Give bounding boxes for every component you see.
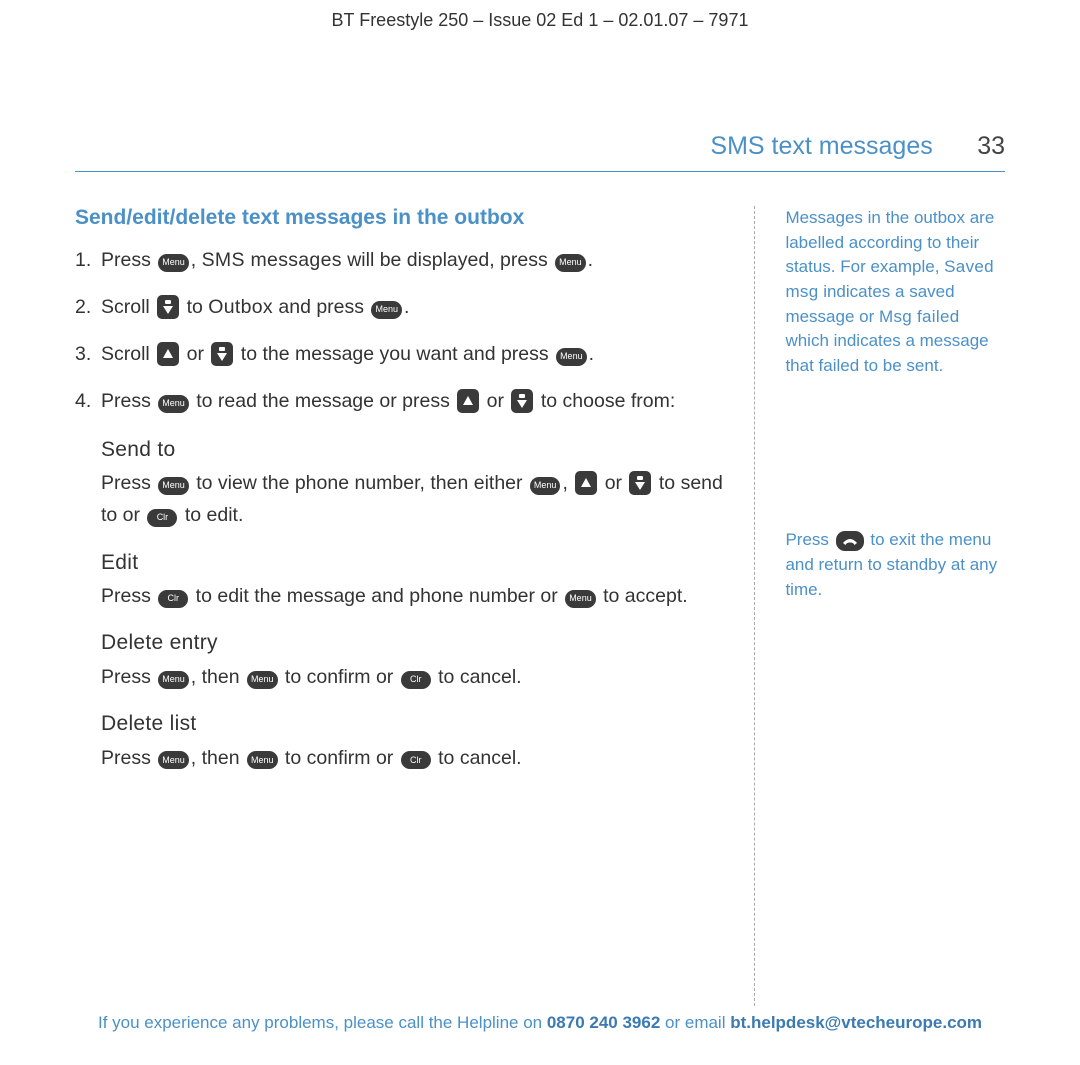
side-note-exit: Press to exit the menu and return to sta… bbox=[785, 528, 1005, 602]
option-delete-list: Delete list Press Menu, then Menu to con… bbox=[101, 707, 724, 774]
text: If you experience any problems, please c… bbox=[98, 1013, 547, 1032]
text: to read the message or press bbox=[191, 390, 455, 412]
menu-button-icon: Menu bbox=[555, 254, 586, 272]
text: to edit the message and phone number or bbox=[190, 585, 563, 607]
hangup-icon bbox=[836, 531, 864, 551]
menu-button-icon: Menu bbox=[556, 348, 587, 366]
text: to cancel. bbox=[433, 747, 522, 769]
screen-text: Msg failed bbox=[879, 307, 959, 326]
up-arrow-icon bbox=[457, 389, 479, 413]
text: Scroll bbox=[101, 343, 155, 365]
menu-button-icon: Menu bbox=[158, 395, 189, 413]
text: Press bbox=[101, 666, 156, 688]
text: , bbox=[191, 249, 202, 271]
clr-button-icon: Clr bbox=[401, 671, 431, 689]
side-column: Messages in the outbox are labelled acco… bbox=[754, 206, 1005, 1006]
option-edit: Edit Press Clr to edit the message and p… bbox=[101, 546, 724, 613]
text: to bbox=[181, 296, 208, 318]
clr-button-icon: Clr bbox=[147, 509, 177, 527]
text: will be displayed, press bbox=[342, 249, 553, 271]
section-title: SMS text messages bbox=[710, 132, 932, 160]
option-label: Edit bbox=[101, 546, 724, 581]
step-3: Scroll or to the message you want and pr… bbox=[75, 338, 724, 371]
step-1: Press Menu, SMS messages will be display… bbox=[75, 244, 724, 277]
up-arrow-icon bbox=[575, 471, 597, 495]
option-label: Delete entry bbox=[101, 626, 724, 661]
text: to confirm or bbox=[280, 747, 399, 769]
footer-helpline: If you experience any problems, please c… bbox=[0, 1013, 1080, 1033]
option-label: Delete list bbox=[101, 707, 724, 742]
text: . bbox=[588, 249, 593, 271]
main-column: Send/edit/delete text messages in the ou… bbox=[75, 206, 754, 1006]
menu-button-icon: Menu bbox=[247, 751, 278, 769]
down-arrow-icon bbox=[511, 389, 533, 413]
text: Press bbox=[101, 747, 156, 769]
text: Press bbox=[785, 530, 833, 549]
text: Press bbox=[101, 390, 156, 412]
doc-header: BT Freestyle 250 – Issue 02 Ed 1 – 02.01… bbox=[0, 0, 1080, 37]
text: Press bbox=[101, 585, 156, 607]
text: Press bbox=[101, 472, 156, 494]
text: to edit. bbox=[179, 504, 243, 526]
helpline-phone: 0870 240 3962 bbox=[547, 1013, 660, 1032]
page-title: Send/edit/delete text messages in the ou… bbox=[75, 206, 724, 230]
menu-button-icon: Menu bbox=[158, 477, 189, 495]
menu-button-icon: Menu bbox=[158, 671, 189, 689]
down-arrow-icon bbox=[629, 471, 651, 495]
down-arrow-icon bbox=[157, 295, 179, 319]
text: , bbox=[562, 472, 573, 494]
side-note-status: Messages in the outbox are labelled acco… bbox=[785, 206, 1005, 378]
text: . bbox=[404, 296, 409, 318]
text: to the message you want and press bbox=[235, 343, 554, 365]
text: , then bbox=[191, 666, 245, 688]
text: to cancel. bbox=[433, 666, 522, 688]
text: to choose from: bbox=[535, 390, 675, 412]
screen-text: SMS messages bbox=[202, 249, 342, 271]
text: to view the phone number, then either bbox=[191, 472, 528, 494]
step-2: Scroll to Outbox and press Menu. bbox=[75, 291, 724, 324]
text: to confirm or bbox=[280, 666, 399, 688]
step-4: Press Menu to read the message or press … bbox=[75, 385, 724, 418]
text: or bbox=[181, 343, 209, 365]
helpline-email: bt.helpdesk@vtecheurope.com bbox=[730, 1013, 982, 1032]
text: Scroll bbox=[101, 296, 155, 318]
screen-text: Outbox bbox=[208, 296, 273, 318]
clr-button-icon: Clr bbox=[401, 751, 431, 769]
text: to accept. bbox=[598, 585, 688, 607]
menu-button-icon: Menu bbox=[247, 671, 278, 689]
page-number: 33 bbox=[977, 132, 1005, 160]
text: . bbox=[589, 343, 594, 365]
option-label: Send to bbox=[101, 433, 724, 468]
menu-button-icon: Menu bbox=[158, 751, 189, 769]
text: or email bbox=[660, 1013, 730, 1032]
menu-button-icon: Menu bbox=[530, 477, 561, 495]
text: , then bbox=[191, 747, 245, 769]
text: and press bbox=[273, 296, 369, 318]
option-send-to: Send to Press Menu to view the phone num… bbox=[101, 433, 724, 532]
clr-button-icon: Clr bbox=[158, 590, 188, 608]
up-arrow-icon bbox=[157, 342, 179, 366]
text: Press bbox=[101, 249, 156, 271]
text: or bbox=[599, 472, 627, 494]
menu-button-icon: Menu bbox=[158, 254, 189, 272]
text: which indicates a message that failed to… bbox=[785, 331, 988, 375]
down-arrow-icon bbox=[211, 342, 233, 366]
option-delete-entry: Delete entry Press Menu, then Menu to co… bbox=[101, 626, 724, 693]
text: or bbox=[481, 390, 509, 412]
section-heading-row: SMS text messages 33 bbox=[0, 37, 1080, 161]
menu-button-icon: Menu bbox=[371, 301, 402, 319]
menu-button-icon: Menu bbox=[565, 590, 596, 608]
